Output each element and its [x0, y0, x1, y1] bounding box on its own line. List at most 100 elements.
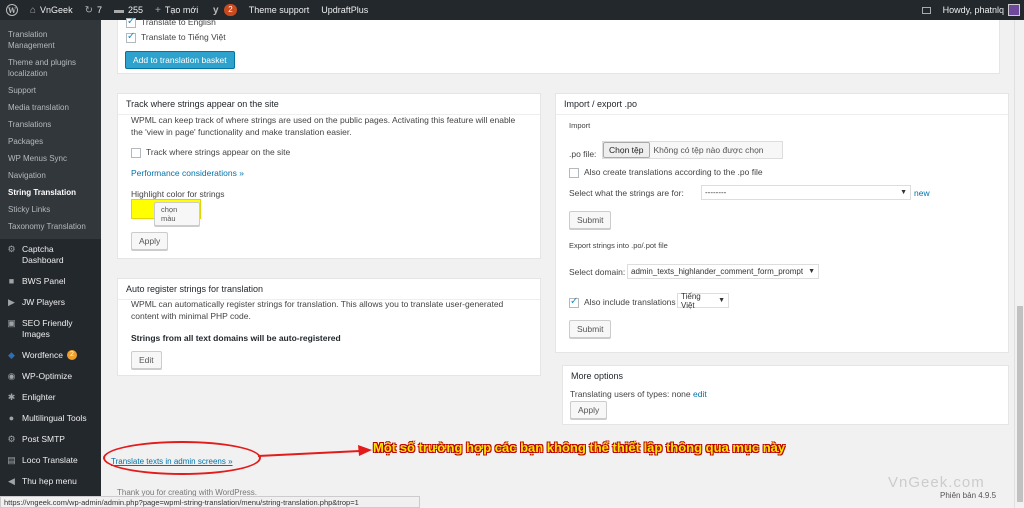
updates-count: 7	[96, 5, 102, 15]
users-types-text: Translating users of types: none edit	[570, 389, 707, 399]
wordpress-logo-icon: W	[6, 4, 18, 16]
submenu-packages[interactable]: Packages	[0, 133, 101, 150]
comment-icon: ▬	[113, 4, 124, 16]
submenu-theme-plugins-localization[interactable]: Theme and plugins localization	[0, 54, 101, 82]
menu-seo-friendly-images[interactable]: ▣ SEO Friendly Images	[0, 313, 101, 345]
auto-edit-button[interactable]: Edit	[131, 351, 162, 369]
updates-menu[interactable]: ↻ 7	[79, 0, 108, 20]
menu-captcha-dashboard[interactable]: ⚙ Captcha Dashboard	[0, 239, 101, 271]
submenu-translation-management[interactable]: Translation Management	[0, 26, 101, 54]
submenu-media-translation[interactable]: Media translation	[0, 99, 101, 116]
menu-collapse[interactable]: ◀ Thu hẹp menu	[0, 471, 101, 492]
track-apply-button[interactable]: Apply	[131, 232, 169, 250]
translate-icon: ▤	[7, 455, 16, 465]
wordfence-icon: ◆	[8, 350, 15, 360]
add-to-basket-button[interactable]: Add to translation basket	[125, 51, 235, 69]
menu-label: Captcha Dashboard	[22, 244, 64, 265]
home-icon: ⌂	[30, 4, 37, 16]
avatar	[1008, 4, 1020, 16]
new-link[interactable]: new	[914, 187, 930, 199]
import-submit-button[interactable]: Submit	[569, 211, 612, 229]
strings-for-select[interactable]: -------- ▼	[701, 185, 911, 200]
users-edit-link[interactable]: edit	[693, 389, 707, 399]
comments-count: 255	[127, 5, 144, 15]
submenu-navigation[interactable]: Navigation	[0, 167, 101, 184]
no-file-text: Không có tệp nào được chọn	[653, 145, 764, 155]
plus-icon: +	[155, 4, 161, 16]
highlight-color-picker[interactable]: chọn màu	[131, 199, 201, 226]
howdy-label: Howdy, phatnlq	[942, 5, 1004, 15]
also-create-checkbox[interactable]	[569, 167, 579, 178]
screen-icon[interactable]	[921, 6, 931, 14]
image-icon: ▣	[7, 318, 16, 328]
include-language-select[interactable]: Tiếng Việt ▼	[677, 292, 729, 310]
more-panel-title: More options	[571, 371, 624, 381]
menu-enlighter[interactable]: ✱ Enlighter	[0, 387, 101, 408]
include-translations-checkbox[interactable]	[569, 296, 579, 308]
menu-label: WP-Optimize	[22, 371, 73, 381]
tools-icon: ●	[8, 413, 15, 423]
menu-label: Enlighter	[22, 392, 56, 402]
choose-color-button[interactable]: chọn màu	[154, 202, 200, 226]
translate-vi-row[interactable]: Translate to Tiếng Việt	[126, 31, 226, 43]
menu-jw-players[interactable]: ▶ JW Players	[0, 292, 101, 313]
theme-support-label: Theme support	[248, 5, 310, 15]
menu-post-smtp[interactable]: ⚙ Post SMTP	[0, 429, 101, 450]
annotation-arrow	[258, 445, 372, 457]
scrollbar-thumb[interactable]	[1017, 306, 1023, 502]
po-file-label: .po file:	[569, 149, 597, 159]
theme-support-menu[interactable]: Theme support	[243, 0, 316, 20]
include-translations-row[interactable]: Also include translations	[569, 296, 676, 308]
site-name-menu[interactable]: ⌂ VnGeek	[24, 0, 79, 20]
import-heading: Import	[569, 121, 591, 130]
new-label: Tạo mới	[164, 5, 199, 15]
also-create-row[interactable]: Also create translations according to th…	[569, 166, 763, 178]
export-submit-button[interactable]: Submit	[569, 320, 612, 338]
refresh-icon: ↻	[84, 4, 93, 16]
annotation-ellipse	[103, 441, 261, 475]
auto-description: WPML can automatically register strings …	[131, 299, 504, 321]
my-account-menu[interactable]: Howdy, phatnlq	[937, 0, 1024, 20]
menu-wp-optimize[interactable]: ◉ WP-Optimize	[0, 366, 101, 387]
scrollbar[interactable]	[1014, 20, 1024, 508]
menu-multilingual-tools[interactable]: ● Multilingual Tools	[0, 408, 101, 429]
translate-en-row[interactable]: Translate to English	[126, 16, 216, 28]
submenu-translations[interactable]: Translations	[0, 116, 101, 133]
collapse-icon: ◀	[8, 476, 15, 486]
admin-sidebar: Translation Management Theme and plugins…	[0, 20, 101, 508]
translate-vi-checkbox[interactable]	[126, 31, 136, 43]
browser-status-url: https://vngeek.com/wp-admin/admin.php?pa…	[0, 496, 420, 508]
menu-wordfence[interactable]: ◆ Wordfence 2	[0, 345, 101, 366]
wp-version: Phiên bản 4.9.5	[940, 491, 997, 500]
translate-en-checkbox[interactable]	[126, 16, 136, 28]
menu-label: Loco Translate	[22, 455, 78, 465]
chevron-down-icon: ▼	[808, 268, 815, 275]
wpml-submenu: Translation Management Theme and plugins…	[0, 20, 101, 239]
submenu-wp-menus-sync[interactable]: WP Menus Sync	[0, 150, 101, 167]
menu-bws-panel[interactable]: ■ BWS Panel	[0, 271, 101, 292]
submenu-string-translation[interactable]: String Translation	[0, 184, 101, 201]
menu-label: SEO Friendly Images	[22, 318, 73, 339]
submenu-support[interactable]: Support	[0, 82, 101, 99]
shield-icon: ⚙	[7, 244, 16, 254]
auto-register-panel: Auto register strings for translation WP…	[117, 278, 541, 376]
submenu-taxonomy-translation[interactable]: Taxonomy Translation	[0, 218, 101, 235]
more-apply-button[interactable]: Apply	[570, 401, 608, 419]
performance-link[interactable]: Performance considerations »	[131, 167, 244, 179]
wp-logo-menu[interactable]: W	[0, 0, 24, 20]
submenu-sticky-links[interactable]: Sticky Links	[0, 201, 101, 218]
yoast-badge: 2	[224, 4, 237, 16]
updraft-label: UpdraftPlus	[321, 5, 369, 15]
menu-label: Wordfence	[22, 350, 63, 360]
updraft-menu[interactable]: UpdraftPlus	[315, 0, 374, 20]
menu-label: BWS Panel	[22, 276, 66, 286]
choose-file-button[interactable]: Chọn tệp	[603, 142, 650, 158]
watermark: VnGeek.com	[888, 474, 985, 491]
track-checkbox[interactable]	[131, 147, 141, 158]
auto-panel-title: Auto register strings for translation	[118, 279, 540, 300]
track-checkbox-row[interactable]: Track where strings appear on the site	[131, 146, 290, 158]
menu-loco-translate[interactable]: ▤ Loco Translate	[0, 450, 101, 471]
domain-select[interactable]: admin_texts_highlander_comment_form_prom…	[627, 264, 819, 279]
file-input[interactable]: Chọn tệp Không có tệp nào được chọn	[602, 141, 783, 159]
export-heading: Export strings into .po/.pot file	[569, 241, 668, 250]
